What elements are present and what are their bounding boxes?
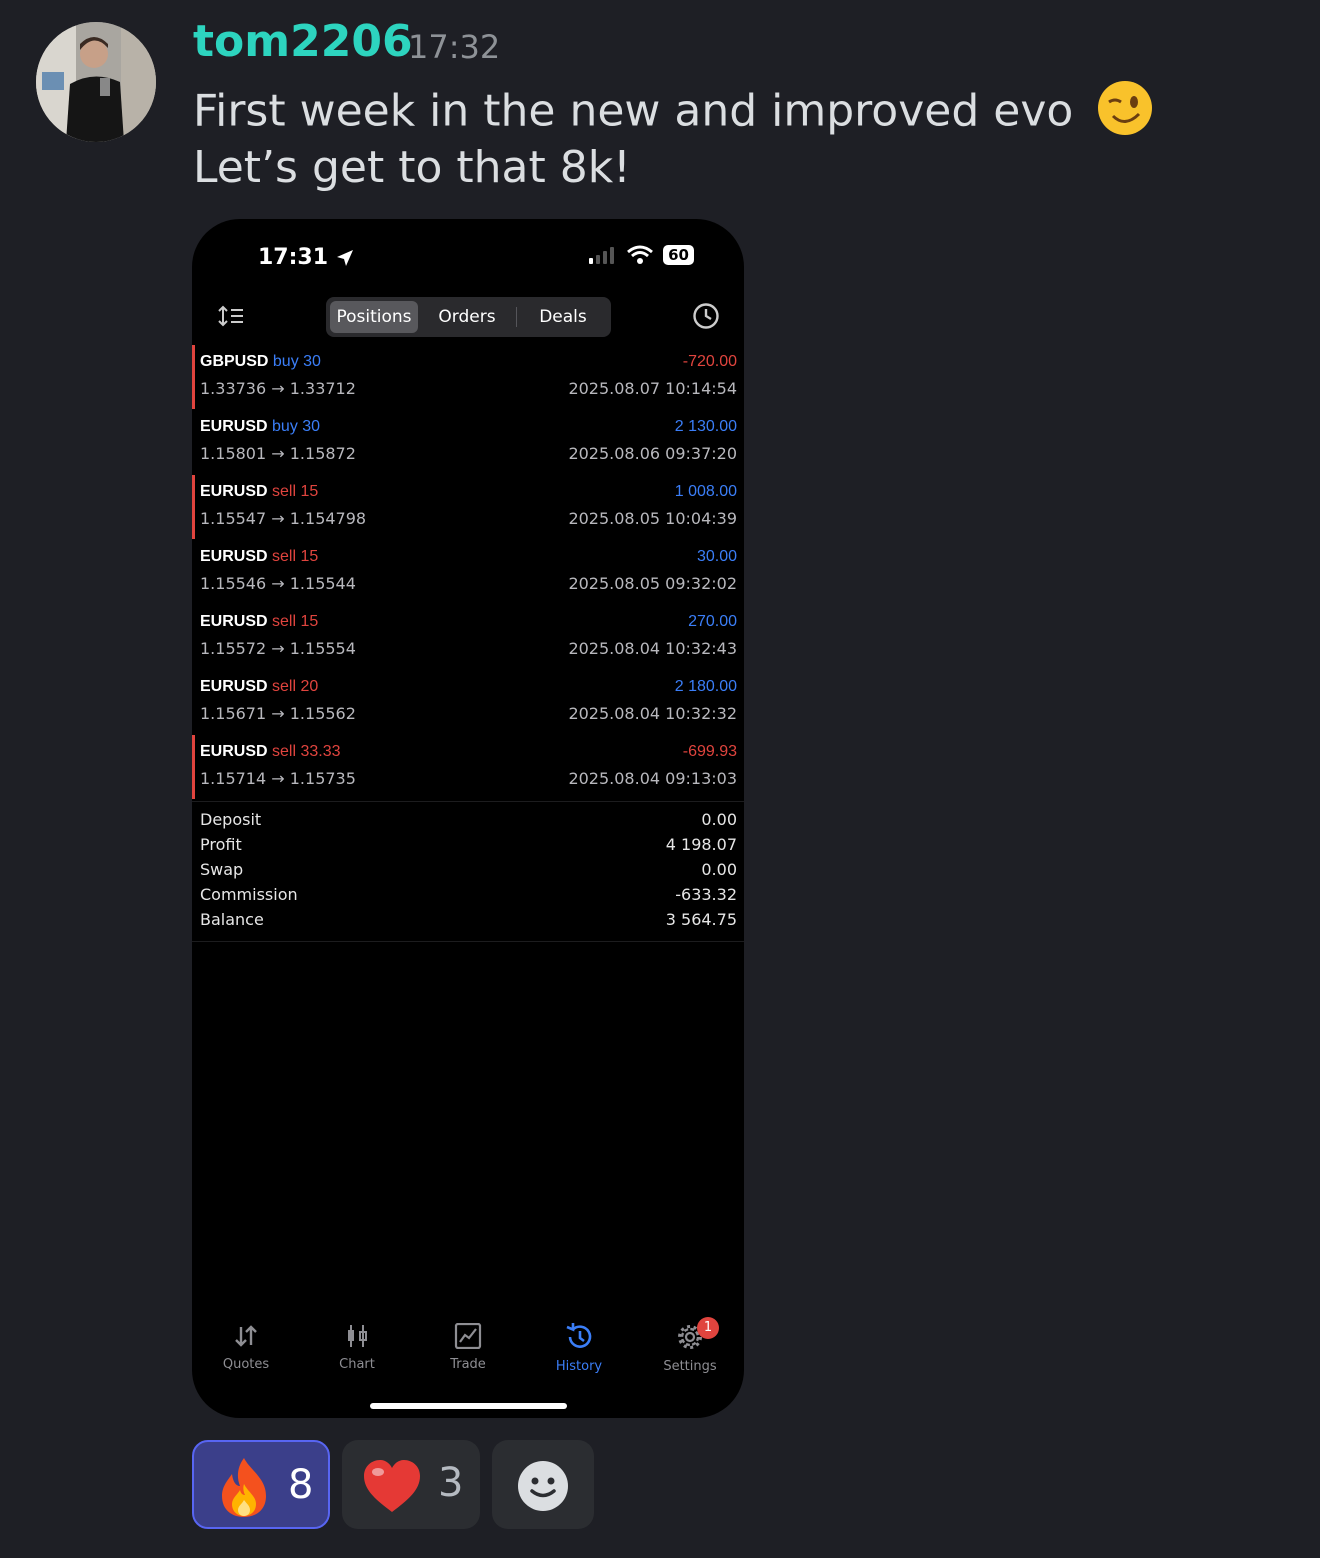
battery-indicator: 60 [663, 245, 694, 265]
winking-face-emoji-icon [1097, 80, 1153, 147]
summary-row-commission: Commission -633.32 [192, 885, 744, 910]
deal-time: 2025.08.06 09:37:20 [568, 444, 737, 463]
reaction-count: 8 [288, 1462, 314, 1508]
history-icon [566, 1323, 592, 1348]
deal-symbol: GBPUSD buy 30 [200, 353, 321, 370]
deal-time: 2025.08.05 10:04:39 [568, 509, 737, 528]
message-text-1: First week in the new and improved evo [193, 85, 1074, 137]
tab-label: Trade [450, 1357, 486, 1372]
deal-prices: 1.15801 → 1.15872 [200, 444, 356, 463]
deal-symbol: EURUSD sell 15 [200, 548, 319, 565]
tab-chart[interactable]: Chart [312, 1323, 402, 1372]
table-row[interactable]: EURUSD sell 20 1.15671 → 1.15562 2 180.0… [192, 670, 744, 735]
summary-label: Profit [200, 835, 242, 854]
table-row[interactable]: EURUSD buy 30 1.15801 → 1.15872 2 130.00… [192, 410, 744, 475]
wifi-icon [627, 245, 654, 264]
add-reaction-icon [518, 1461, 568, 1511]
table-row[interactable]: EURUSD sell 15 1.15546 → 1.15544 30.00 2… [192, 540, 744, 605]
message-line-1: First week in the new and improved evo [193, 80, 1153, 147]
summary-label: Balance [200, 910, 264, 929]
deal-time: 2025.08.04 10:32:32 [568, 704, 737, 723]
table-row[interactable]: EURUSD sell 33.33 1.15714 → 1.15735 -699… [192, 735, 744, 800]
deal-symbol: EURUSD sell 15 [200, 483, 319, 500]
deal-time: 2025.08.07 10:14:54 [568, 379, 737, 398]
reaction-heart[interactable]: 3 [342, 1440, 480, 1529]
quotes-icon [235, 1325, 257, 1347]
deal-profit: 270.00 [688, 613, 737, 630]
tab-label: Settings [663, 1359, 717, 1374]
candlestick-icon [348, 1325, 367, 1347]
summary-row-swap: Swap 0.00 [192, 860, 744, 885]
summary-label: Swap [200, 860, 244, 879]
tab-orders[interactable]: Orders [422, 301, 512, 333]
summary-value: 0.00 [701, 860, 737, 879]
summary-row-profit: Profit 4 198.07 [192, 835, 744, 860]
deal-time: 2025.08.04 10:32:43 [568, 639, 737, 658]
deal-profit: 2 130.00 [674, 418, 737, 435]
deal-prices: 1.15547 → 1.154798 [200, 509, 367, 528]
summary-row-balance: Balance 3 564.75 [192, 910, 744, 935]
add-reaction-button[interactable] [492, 1440, 594, 1529]
fire-emoji-icon [222, 1458, 266, 1517]
tab-quotes[interactable]: Quotes [201, 1323, 291, 1372]
deal-profit: 1 008.00 [674, 483, 737, 500]
deal-symbol: EURUSD sell 15 [200, 613, 319, 630]
deal-time: 2025.08.04 09:13:03 [568, 769, 737, 788]
message-timestamp: 17:32 [408, 28, 501, 66]
trade-chart-icon [454, 1322, 482, 1350]
summary-row-deposit: Deposit 0.00 [192, 810, 744, 835]
tab-settings[interactable]: 1 Settings [645, 1317, 735, 1374]
user-avatar[interactable] [36, 22, 156, 142]
deal-symbol: EURUSD sell 33.33 [200, 743, 341, 760]
summary-value: -633.32 [675, 885, 737, 904]
summary-value: 3 564.75 [665, 910, 737, 929]
deal-profit: -699.93 [682, 743, 737, 760]
signal-icon [589, 247, 615, 264]
deal-prices: 1.15572 → 1.15554 [200, 639, 356, 658]
deal-time: 2025.08.05 09:32:02 [568, 574, 737, 593]
history-segment-control: Positions Orders Deals [326, 297, 611, 337]
summary-value: 0.00 [701, 810, 737, 829]
deal-profit: -720.00 [682, 353, 737, 370]
tab-label: Quotes [222, 1357, 270, 1372]
tab-label: History [555, 1359, 603, 1374]
reaction-fire[interactable]: 8 [192, 1440, 330, 1529]
phone-screenshot: 17:31 60 Positions Orders Deals GBPUSD b… [192, 219, 744, 1418]
bottom-tab-bar: Quotes Chart Trade History 1 Settings [192, 1317, 744, 1383]
tab-trade[interactable]: Trade [423, 1322, 513, 1372]
deal-prices: 1.15546 → 1.15544 [200, 574, 356, 593]
reaction-count: 3 [438, 1460, 464, 1506]
account-summary: Deposit 0.00 Profit 4 198.07 Swap 0.00 C… [192, 801, 744, 942]
status-clock: 17:31 [258, 245, 329, 270]
tab-label: Chart [339, 1357, 375, 1372]
segment-divider [516, 307, 517, 327]
tab-history[interactable]: History [534, 1323, 624, 1374]
deal-symbol: EURUSD sell 20 [200, 678, 319, 695]
message-line-2: Let’s get to that 8k! [193, 142, 631, 193]
summary-value: 4 198.07 [665, 835, 737, 854]
table-row[interactable]: GBPUSD buy 30 1.33736 → 1.33712 -720.00 … [192, 345, 744, 410]
status-indicators: 60 [589, 245, 694, 265]
home-indicator [370, 1403, 567, 1409]
deal-prices: 1.15714 → 1.15735 [200, 769, 356, 788]
deal-prices: 1.33736 → 1.33712 [200, 379, 356, 398]
deal-profit: 2 180.00 [674, 678, 737, 695]
clock-icon[interactable] [692, 302, 720, 330]
red-heart-emoji-icon [364, 1460, 420, 1512]
tab-deals[interactable]: Deals [518, 301, 608, 333]
tab-positions[interactable]: Positions [330, 301, 418, 333]
deal-prices: 1.15671 → 1.15562 [200, 704, 356, 723]
summary-label: Deposit [200, 810, 262, 829]
table-row[interactable]: EURUSD sell 15 1.15572 → 1.15554 270.00 … [192, 605, 744, 670]
sort-icon[interactable] [218, 305, 244, 327]
notification-badge: 1 [697, 1317, 719, 1339]
deal-profit: 30.00 [696, 548, 737, 565]
deals-list: GBPUSD buy 30 1.33736 → 1.33712 -720.00 … [192, 345, 744, 800]
deal-symbol: EURUSD buy 30 [200, 418, 321, 435]
table-row[interactable]: EURUSD sell 15 1.15547 → 1.154798 1 008.… [192, 475, 744, 540]
location-arrow-icon [336, 250, 353, 266]
username[interactable]: tom2206 [193, 16, 413, 67]
summary-label: Commission [200, 885, 298, 904]
status-time: 17:31 [258, 245, 354, 270]
